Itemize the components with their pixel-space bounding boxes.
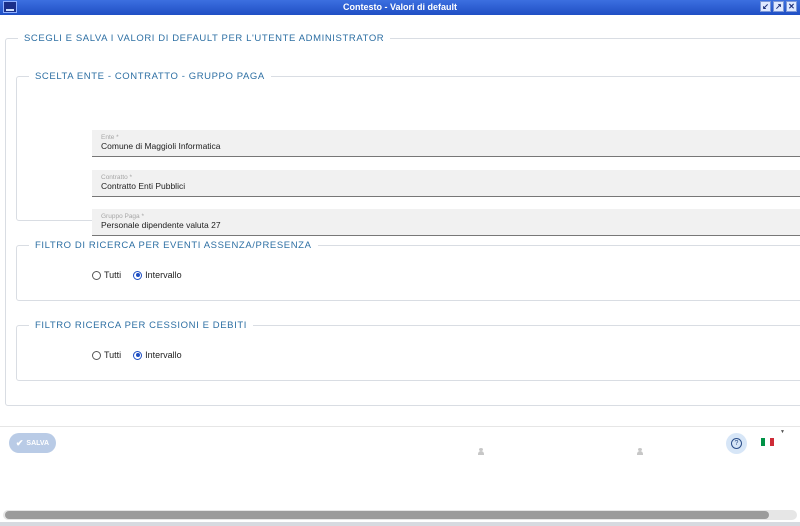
cessioni-radio-intervallo[interactable]: Intervallo — [133, 350, 182, 360]
maximize-icon[interactable]: ↗ — [773, 1, 784, 12]
gruppo-paga-field-label: Gruppo Paga * — [101, 213, 145, 220]
window-titlebar: Contesto - Valori di default ↙ ↗ ✕ — [0, 0, 800, 15]
eventi-filter-group: FILTRO DI RICERCA PER EVENTI ASSENZA/PRE… — [16, 240, 800, 301]
default-values-section: SCEGLI E SALVA I VALORI DI DEFAULT PER L… — [5, 33, 800, 406]
radio-checked-icon[interactable] — [133, 270, 143, 280]
ente-field-label: Ente * — [101, 134, 119, 141]
gruppo-paga-field-value: Personale dipendente valuta 27 — [101, 220, 221, 230]
contratto-field[interactable]: Contratto * Contratto Enti Pubblici — [92, 170, 800, 197]
check-icon: ✔ — [15, 437, 24, 448]
contratto-field-value: Contratto Enti Pubblici — [101, 181, 186, 191]
cessioni-filter-group: FILTRO RICERCA PER CESSIONI E DEBITI Tut… — [16, 320, 800, 381]
eventi-radio-tutti[interactable]: Tutti — [92, 270, 121, 280]
cessioni-radio-intervallo-label: Intervallo — [145, 350, 182, 360]
horizontal-scrollbar[interactable] — [3, 510, 797, 520]
footer-divider — [0, 426, 800, 427]
minimize-icon[interactable]: ↙ — [760, 1, 771, 12]
eventi-radio-intervallo[interactable]: Intervallo — [133, 270, 182, 280]
window-controls: ↙ ↗ ✕ — [760, 1, 797, 12]
save-button[interactable]: ✔ SALVA — [9, 433, 56, 453]
eventi-radio-tutti-label: Tutti — [104, 270, 122, 280]
help-button[interactable]: ? — [726, 433, 747, 454]
gruppo-paga-field[interactable]: Gruppo Paga * Personale dipendente valut… — [92, 209, 800, 236]
eventi-radio-group: Tutti Intervallo — [92, 270, 194, 280]
scrollbar-thumb[interactable] — [5, 511, 769, 519]
cessioni-radio-group: Tutti Intervallo — [92, 350, 194, 360]
italian-flag-icon[interactable] — [761, 438, 774, 446]
ente-field[interactable]: Ente * Comune di Maggioli Informatica — [92, 130, 800, 157]
cessioni-group-legend: FILTRO RICERCA PER CESSIONI E DEBITI — [29, 320, 253, 331]
contratto-field-label: Contratto * — [101, 174, 133, 181]
ente-contratto-group: SCELTA ENTE - CONTRATTO - GRUPPO PAGA En… — [16, 71, 800, 236]
ente-group-legend: SCELTA ENTE - CONTRATTO - GRUPPO PAGA — [29, 71, 271, 82]
window-title: Contesto - Valori di default — [342, 2, 457, 12]
radio-checked-icon[interactable] — [133, 350, 143, 360]
save-button-label: SALVA — [26, 439, 50, 447]
user-icon — [637, 448, 643, 455]
language-dropdown-caret-icon[interactable]: ▼ — [780, 429, 785, 435]
eventi-group-legend: FILTRO DI RICERCA PER EVENTI ASSENZA/PRE… — [29, 240, 318, 251]
help-icon: ? — [731, 438, 742, 449]
close-icon[interactable]: ✕ — [786, 1, 797, 12]
eventi-radio-intervallo-label: Intervallo — [145, 270, 182, 280]
user-icon — [478, 448, 484, 455]
cessioni-radio-tutti[interactable]: Tutti — [92, 350, 121, 360]
radio-unchecked-icon[interactable] — [92, 270, 101, 280]
cessioni-radio-tutti-label: Tutti — [104, 350, 122, 360]
radio-unchecked-icon[interactable] — [92, 350, 101, 360]
section-legend: SCEGLI E SALVA I VALORI DI DEFAULT PER L… — [18, 33, 391, 44]
ente-field-value: Comune di Maggioli Informatica — [101, 141, 221, 151]
window-bottom-edge — [0, 522, 800, 526]
